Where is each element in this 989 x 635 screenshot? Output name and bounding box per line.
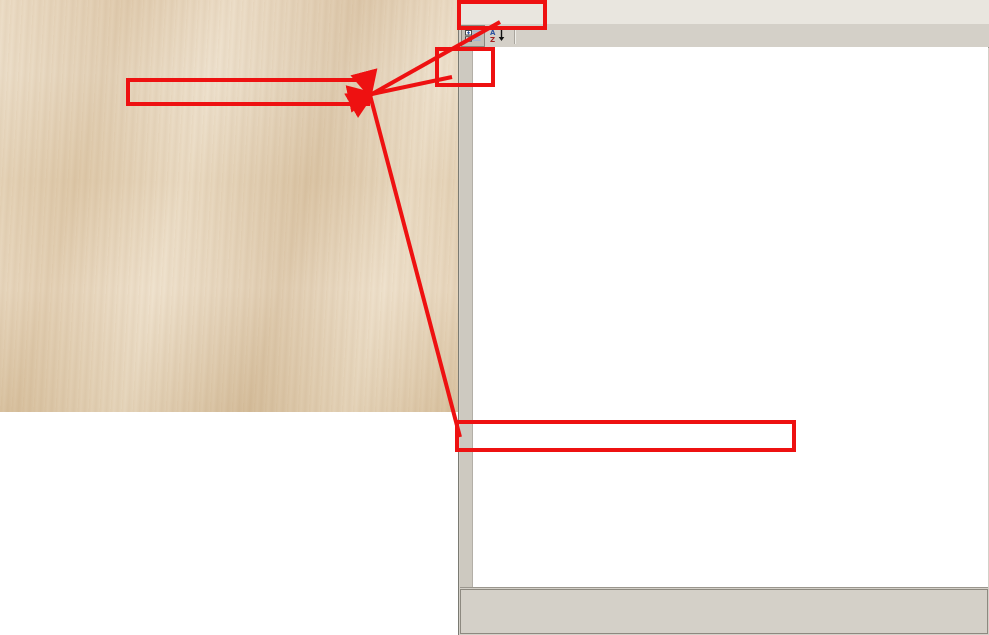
tab-navigation-controls xyxy=(953,0,989,24)
property-editor-window: A Z xyxy=(458,0,989,635)
parchment-background xyxy=(0,0,458,412)
sort-az-icon: A Z xyxy=(490,29,504,43)
toolbar-separator xyxy=(514,27,516,44)
property-description-title xyxy=(461,590,987,598)
property-grid-toolbar: A Z xyxy=(459,24,989,48)
svg-text:Z: Z xyxy=(490,36,495,43)
alphabetical-sort-button[interactable]: A Z xyxy=(486,25,510,47)
property-grid-gutter xyxy=(460,47,473,587)
tab-strip xyxy=(459,0,989,25)
property-description-pane xyxy=(460,589,988,634)
creature-statblock-panel xyxy=(0,0,458,635)
categorized-view-icon xyxy=(465,29,481,42)
property-grid[interactable] xyxy=(460,47,988,588)
categorized-view-button[interactable] xyxy=(461,24,485,47)
